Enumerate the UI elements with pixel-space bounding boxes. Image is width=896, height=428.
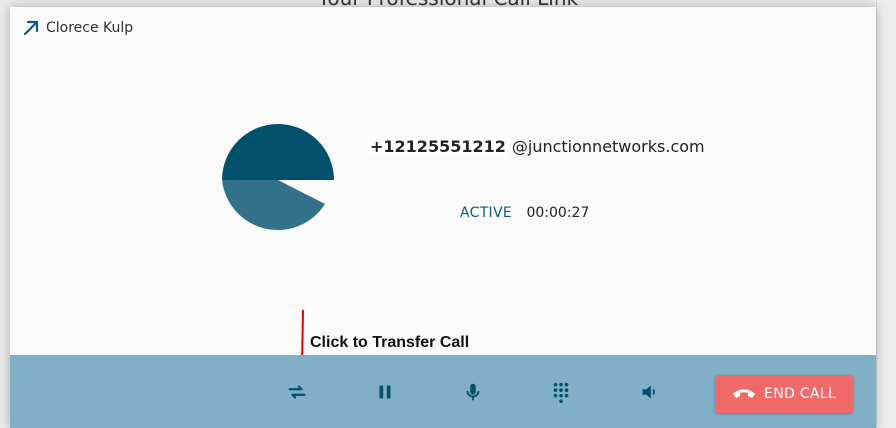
speaker-icon	[642, 385, 655, 399]
speaker-button[interactable]	[634, 377, 664, 407]
caller-domain: @junctionnetworks.com	[511, 137, 705, 156]
background-scroll-edge	[876, 0, 896, 428]
transfer-icon	[288, 385, 306, 399]
call-toolbar: END CALL	[10, 355, 876, 428]
dialpad-icon	[553, 382, 569, 403]
call-status: ACTIVE	[460, 205, 513, 221]
caller-number: +12125551212	[368, 137, 508, 156]
end-call-button[interactable]: END CALL	[715, 375, 853, 413]
end-call-label: END CALL	[764, 386, 836, 402]
annotation-label: Click to Transfer Call	[310, 334, 470, 351]
microphone-icon	[466, 383, 480, 401]
phone-hangup-icon	[733, 389, 756, 398]
contact-avatar	[222, 124, 334, 231]
avatar-top-half	[222, 124, 334, 180]
call-timer: 00:00:27	[526, 205, 590, 221]
transfer-button[interactable]	[282, 377, 312, 407]
hold-button[interactable]	[370, 377, 400, 407]
mute-button[interactable]	[458, 377, 488, 407]
contact-name: Clorece Kulp	[46, 20, 134, 36]
dialpad-button[interactable]	[546, 377, 576, 407]
caller-address: +12125551212 @junctionnetworks.com	[368, 137, 705, 156]
call-modal: Clorece Kulp +12125551212 @junctionnetwor…	[10, 7, 876, 428]
call-header: Clorece Kulp	[22, 19, 133, 37]
pause-icon	[379, 385, 391, 399]
call-status-line: ACTIVE 00:00:27	[460, 205, 589, 221]
expand-arrow-icon[interactable]	[22, 19, 40, 37]
